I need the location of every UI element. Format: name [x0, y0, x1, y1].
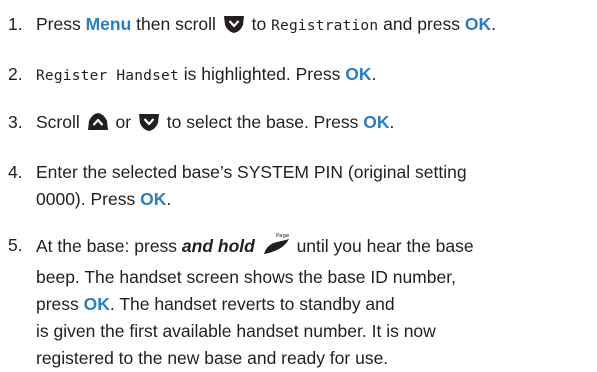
menu-keyword: Menu: [85, 14, 132, 34]
step-number: 1.: [8, 14, 23, 34]
step-number: 4.: [8, 162, 23, 182]
step-3: 3. Scroll or to select the base. Press O…: [8, 109, 597, 140]
step-text: or: [110, 112, 136, 132]
step-text: and press: [378, 14, 465, 34]
step-text: .: [491, 14, 496, 34]
step-text: is highlighted. Press: [178, 64, 346, 84]
page-key-icon: Page: [261, 232, 291, 264]
step-text: to: [246, 14, 272, 34]
and-hold-emphasis: and hold: [181, 236, 255, 256]
scroll-up-icon: [86, 112, 110, 140]
ok-keyword: OK: [83, 294, 110, 314]
step-text: press: [36, 294, 84, 314]
scroll-down-icon: [222, 14, 246, 42]
step-text: .: [389, 112, 395, 132]
step-text: until you hear the base: [291, 236, 474, 256]
step-text: is given the first available handset num…: [36, 321, 436, 341]
registration-steps: 1. Press Menu then scroll to Registratio…: [8, 0, 597, 372]
step-text: .: [166, 189, 172, 209]
step-number: 2.: [8, 64, 23, 84]
step-text: At the base: press: [36, 236, 182, 256]
step-text: Scroll: [36, 112, 85, 132]
step-text: Enter the selected base’s SYSTEM PIN (or…: [36, 162, 467, 182]
ok-keyword: OK: [345, 64, 372, 84]
step-text: Press: [36, 14, 86, 34]
step-text: . The handset reverts to standby and: [109, 294, 395, 314]
step-text: beep. The handset screen shows the base …: [36, 267, 456, 287]
ok-keyword: OK: [464, 14, 492, 34]
step-1: 1. Press Menu then scroll to Registratio…: [8, 11, 597, 42]
step-text: .: [371, 64, 377, 84]
step-text: then scroll: [131, 14, 221, 34]
scroll-down-icon: [137, 112, 161, 140]
ok-keyword: OK: [363, 112, 390, 132]
step-number: 3.: [8, 112, 23, 132]
step-text: registered to the new base and ready for…: [36, 348, 389, 368]
step-text: to select the base. Press: [161, 112, 364, 132]
lcd-register-handset: Register Handset: [36, 68, 179, 84]
page-key-label: Page: [276, 233, 290, 239]
lcd-registration: Registration: [271, 18, 379, 34]
step-4: 4. Enter the selected base’s SYSTEM PIN …: [8, 159, 597, 213]
step-text: 0000). Press: [36, 189, 141, 209]
ok-keyword: OK: [140, 189, 167, 209]
step-5: 5. At the base: press and hold Page unti…: [8, 232, 597, 372]
step-number: 5.: [8, 235, 23, 255]
step-2: 2. Register Handset is highlighted. Pres…: [8, 61, 597, 90]
